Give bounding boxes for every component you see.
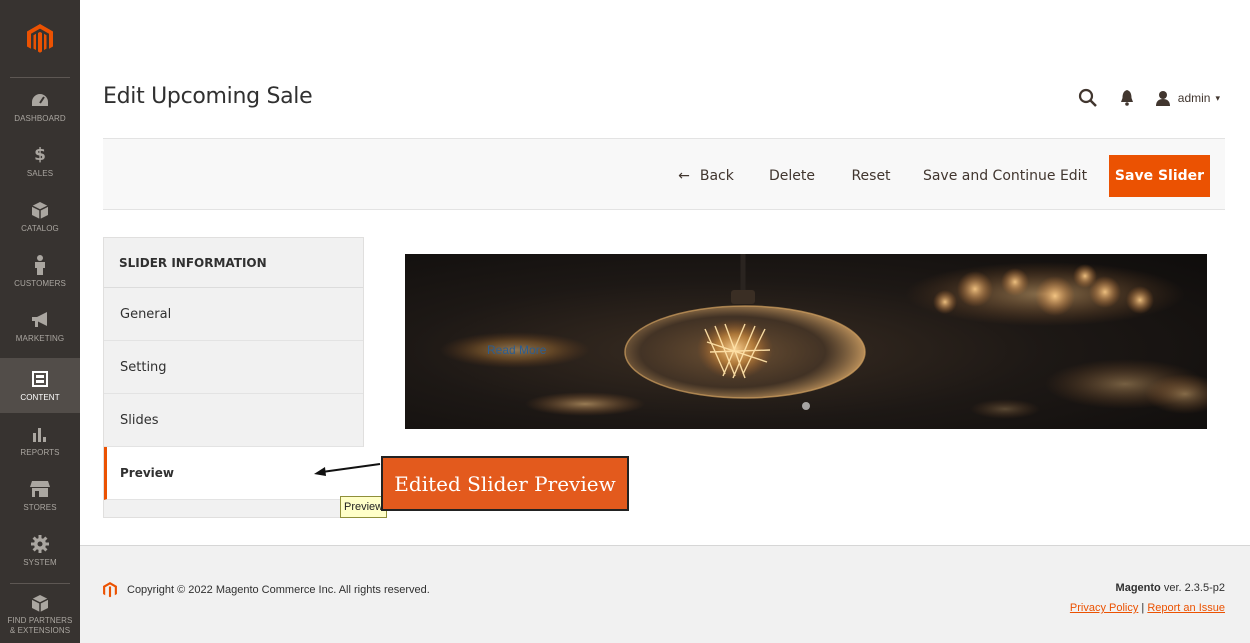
sidebar-item-reports[interactable]: REPORTS [0,413,80,468]
sidebar-divider [10,77,70,78]
dashboard-icon [30,90,50,110]
header-actions: admin ▾ [1078,86,1220,110]
sidebar-item-sales[interactable]: $ SALES [0,134,80,189]
version-info: Magento ver. 2.3.5-p2 [1116,582,1225,594]
admin-sidebar: DASHBOARD $ SALES CATALOG CUSTOMERS MARK… [0,0,80,643]
privacy-policy-link[interactable]: Privacy Policy [1070,602,1138,614]
footer-links: Privacy Policy | Report an Issue [1070,602,1225,614]
tab-slides[interactable]: Slides [104,394,363,447]
sidebar-item-customers[interactable]: CUSTOMERS [0,244,80,299]
tab-setting[interactable]: Setting [104,341,363,394]
sidebar-item-label: CATALOG [21,224,59,233]
report-issue-link[interactable]: Report an Issue [1147,602,1225,614]
chevron-down-icon: ▾ [1215,92,1220,103]
gear-icon [30,534,50,554]
sidebar-item-content[interactable]: CONTENT [0,358,80,413]
sidebar-item-label: CONTENT [20,393,60,402]
footer: Copyright © 2022 Magento Commerce Inc. A… [80,545,1250,643]
tab-general[interactable]: General [104,288,363,341]
copyright-text: Copyright © 2022 Magento Commerce Inc. A… [127,584,430,596]
arrow-left-icon: ← [678,168,690,184]
dollar-icon: $ [34,145,46,165]
user-menu[interactable]: admin ▾ [1155,90,1220,106]
search-icon[interactable] [1078,88,1098,108]
store-icon [30,479,50,499]
tabs-heading: SLIDER INFORMATION [104,238,363,288]
sidebar-item-dashboard[interactable]: DASHBOARD [0,79,80,134]
magento-logo-icon [27,24,53,53]
brand-name: Magento [1115,582,1161,594]
sidebar-item-label: DASHBOARD [14,114,66,123]
sidebar-item-label: MARKETING [15,334,65,343]
sidebar-item-label: STORES [23,503,57,512]
sidebar-item-label: SYSTEM [23,558,57,567]
sidebar-item-partners[interactable]: FIND PARTNERS & EXTENSIONS [0,586,80,643]
copyright: Copyright © 2022 Magento Commerce Inc. A… [103,582,430,598]
sidebar-item-catalog[interactable]: CATALOG [0,189,80,244]
page-title: Edit Upcoming Sale [103,84,313,109]
sidebar-item-label: REPORTS [20,448,60,457]
user-icon [1155,90,1170,106]
sidebar-item-marketing[interactable]: MARKETING [0,299,80,354]
sidebar-item-system[interactable]: SYSTEM [0,523,80,578]
version-number: ver. 2.3.5-p2 [1163,582,1225,594]
annotation-label: Edited Slider Preview [381,456,629,511]
read-more-link[interactable]: Read More [487,343,546,357]
lightbulb-slide-image [405,254,1207,429]
sidebar-divider [10,583,70,584]
page-actions-bar: ← Back Delete Reset Save and Continue Ed… [103,138,1225,210]
bell-icon[interactable] [1120,90,1134,106]
annotation-arrow [314,463,381,476]
slider-preview[interactable]: Read More [405,254,1207,429]
sidebar-item-label-line2: & EXTENSIONS [9,626,71,635]
layout-icon [30,369,50,389]
back-label: Back [699,168,734,184]
magento-logo[interactable] [0,0,80,78]
save-and-continue-button[interactable]: Save and Continue Edit [923,155,1087,197]
sidebar-item-label: FIND PARTNERS & EXTENSIONS [7,616,72,636]
megaphone-icon [30,310,50,330]
footer-link-separator: | [1141,602,1145,614]
back-button[interactable]: ← Back [676,155,736,197]
bar-chart-icon [30,424,50,444]
reset-button[interactable]: Reset [849,155,893,197]
person-icon [30,255,50,275]
cube-icon [30,200,50,220]
username: admin [1177,91,1211,105]
sidebar-item-label: CUSTOMERS [14,279,66,288]
delete-button[interactable]: Delete [767,155,817,197]
partners-icon [30,593,50,613]
sidebar-item-stores[interactable]: STORES [0,468,80,523]
sidebar-item-label: SALES [26,169,54,178]
magento-footer-logo-icon [103,582,117,598]
save-slider-button[interactable]: Save Slider [1109,155,1210,197]
sidebar-item-label-line1: FIND PARTNERS [7,616,73,625]
